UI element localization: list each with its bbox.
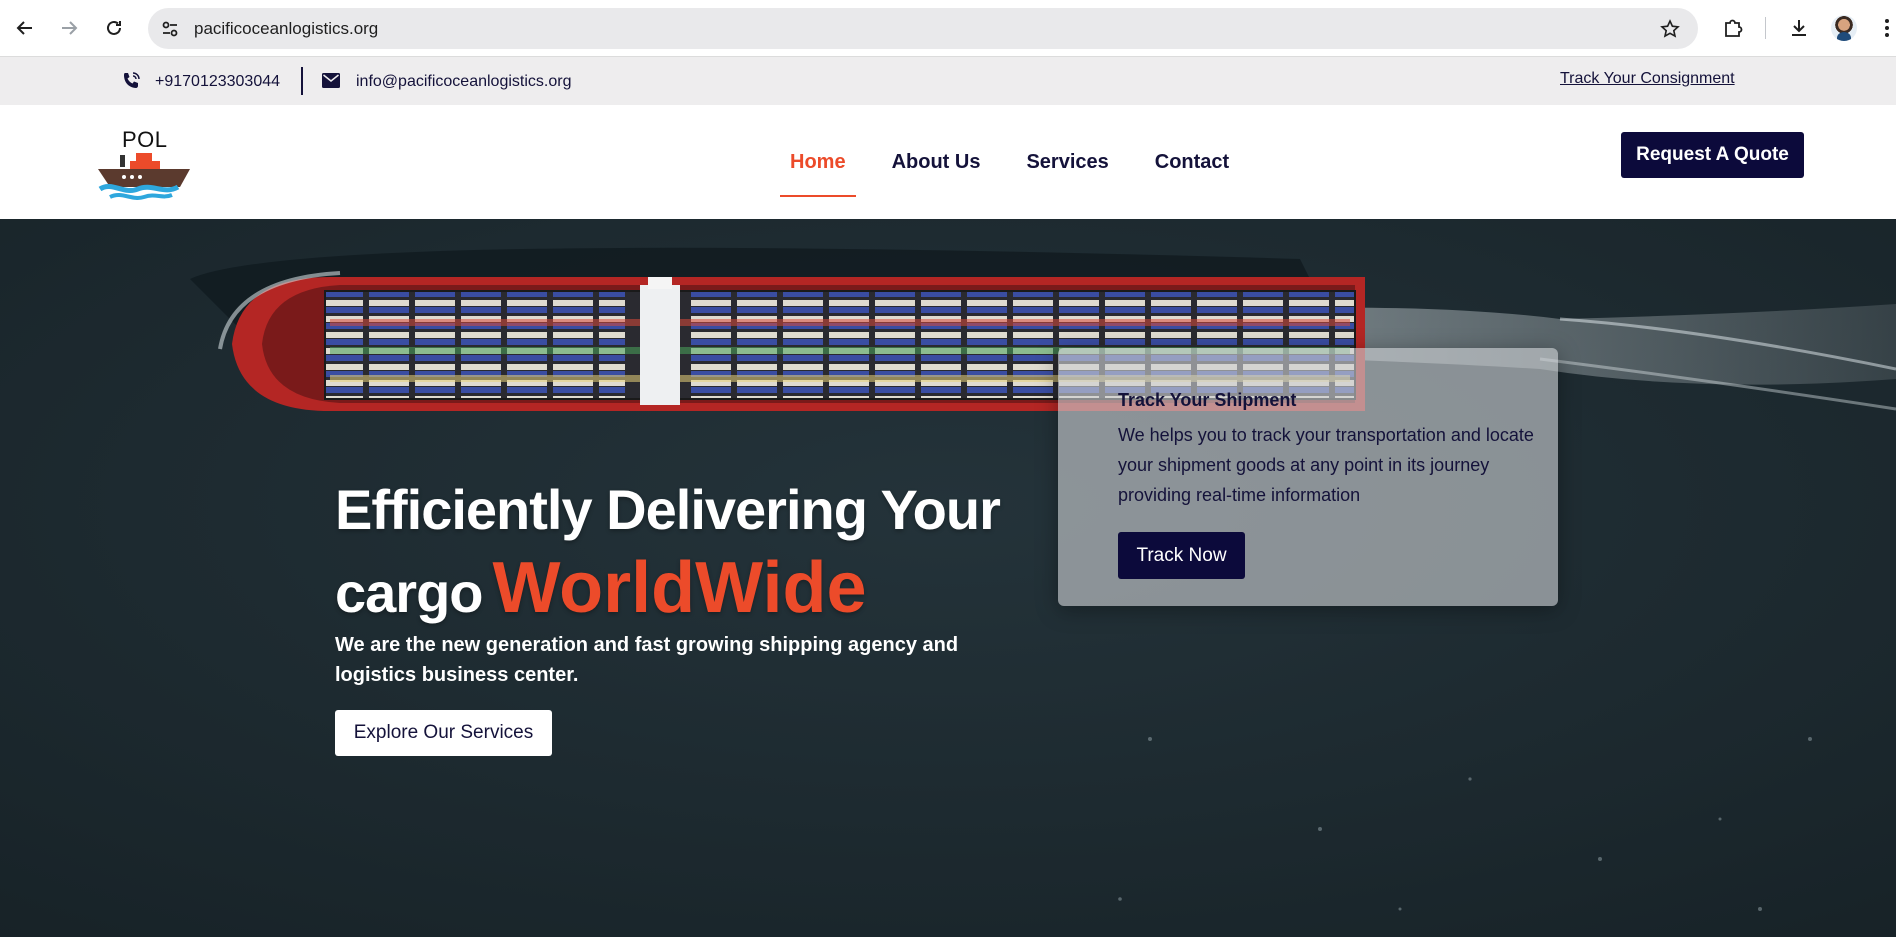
nav-contact[interactable]: Contact — [1145, 105, 1239, 219]
hero-title-accent: WorldWide — [492, 548, 867, 628]
contact-topbar: +9170123303044 info@pacificoceanlogistic… — [0, 57, 1896, 105]
track-now-button[interactable]: Track Now — [1118, 532, 1245, 579]
profile-avatar[interactable] — [1831, 15, 1857, 41]
url-text[interactable]: pacificoceanlogistics.org — [194, 19, 378, 39]
main-nav: Home About Us Services Contact — [780, 105, 1265, 219]
hero-title-line1: Efficiently Delivering Your — [335, 478, 1001, 541]
toolbar-divider — [1765, 17, 1766, 39]
explore-services-button[interactable]: Explore Our Services — [335, 710, 552, 756]
hero-subtitle: We are the new generation and fast growi… — [335, 634, 959, 686]
track-card-title: Track Your Shipment — [1118, 390, 1297, 410]
track-consignment-link[interactable]: Track Your Consignment — [1560, 70, 1735, 88]
extensions-icon[interactable] — [1719, 14, 1747, 42]
address-bar[interactable]: pacificoceanlogistics.org — [148, 8, 1698, 49]
bookmark-star-icon[interactable] — [1658, 17, 1682, 41]
hero-section: Efficiently Delivering Your cargo WorldWi… — [0, 219, 1896, 937]
reload-icon[interactable] — [100, 14, 128, 42]
mail-icon — [322, 73, 340, 88]
email-address[interactable]: info@pacificoceanlogistics.org — [356, 73, 571, 91]
logo[interactable]: POL — [96, 123, 198, 205]
nav-services[interactable]: Services — [1016, 105, 1118, 219]
more-menu-icon[interactable] — [1878, 14, 1896, 42]
hero-title: Efficiently Delivering Your cargo WorldWi… — [335, 471, 1155, 632]
ship-logo-icon — [98, 153, 190, 200]
track-shipment-card: Track Your Shipment We helps you to trac… — [1058, 348, 1558, 606]
topbar-divider — [301, 67, 303, 95]
site-header: POL Home About Us Services Contact Reque… — [0, 105, 1896, 219]
hero-title-line2: cargo — [335, 561, 483, 624]
phone-number[interactable]: +9170123303044 — [155, 73, 280, 91]
browser-toolbar: pacificoceanlogistics.org — [0, 0, 1896, 57]
track-card-text: We helps you to track your transportatio… — [1118, 425, 1534, 505]
site-info-icon[interactable] — [158, 17, 182, 41]
phone-icon — [124, 72, 140, 88]
nav-home[interactable]: Home — [780, 105, 856, 219]
download-icon[interactable] — [1785, 14, 1813, 42]
forward-icon[interactable] — [55, 14, 83, 42]
nav-about-us[interactable]: About Us — [882, 105, 991, 219]
request-quote-button[interactable]: Request A Quote — [1621, 132, 1804, 178]
back-icon[interactable] — [11, 14, 39, 42]
